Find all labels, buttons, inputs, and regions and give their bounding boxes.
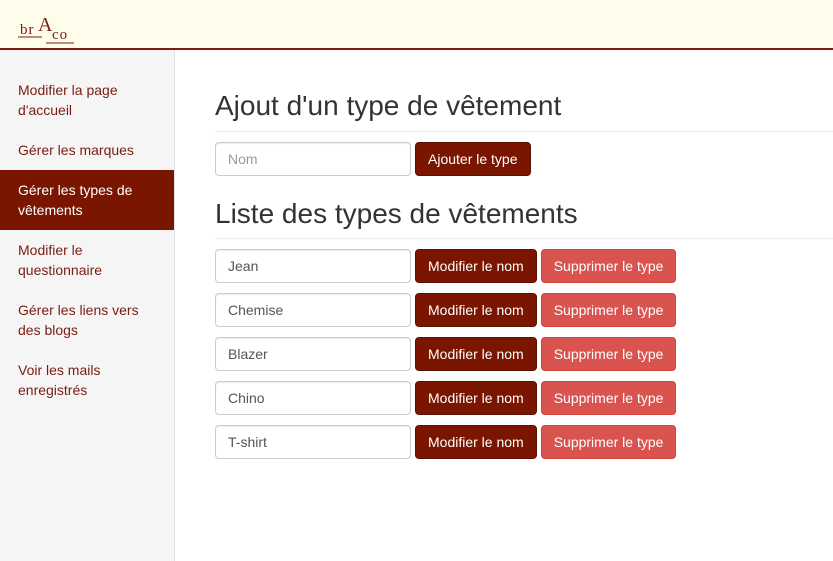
top-bar: br A co <box>0 0 833 50</box>
sidebar-item-questionnaire[interactable]: Modifier le questionnaire <box>0 230 174 290</box>
sidebar-item-clothing-types[interactable]: Gérer les types de vêtements <box>0 170 174 230</box>
sidebar-item-blog-links[interactable]: Gérer les liens vers des blogs <box>0 290 174 350</box>
rename-button[interactable]: Modifier le nom <box>415 425 537 459</box>
type-name-input[interactable] <box>215 337 411 371</box>
list-item: Modifier le nom Supprimer le type <box>215 337 833 371</box>
add-section-title: Ajout d'un type de vêtement <box>215 89 833 132</box>
types-list: Modifier le nom Supprimer le type Modifi… <box>215 249 833 459</box>
type-name-input[interactable] <box>215 249 411 283</box>
main-content: Ajout d'un type de vêtement Ajouter le t… <box>215 50 833 469</box>
list-item: Modifier le nom Supprimer le type <box>215 425 833 459</box>
delete-button[interactable]: Supprimer le type <box>540 425 677 459</box>
sidebar-item-emails[interactable]: Voir les mails enregistrés <box>0 350 174 410</box>
list-section-title: Liste des types de vêtements <box>215 197 833 239</box>
svg-text:co: co <box>52 27 68 43</box>
delete-button[interactable]: Supprimer le type <box>540 293 677 327</box>
list-item: Modifier le nom Supprimer le type <box>215 381 833 415</box>
sidebar-item-brands[interactable]: Gérer les marques <box>0 130 174 170</box>
rename-button[interactable]: Modifier le nom <box>415 381 537 415</box>
add-type-button[interactable]: Ajouter le type <box>415 142 531 176</box>
rename-button[interactable]: Modifier le nom <box>415 337 537 371</box>
delete-button[interactable]: Supprimer le type <box>540 249 677 283</box>
sidebar-item-homepage[interactable]: Modifier la page d'accueil <box>0 70 174 130</box>
delete-button[interactable]: Supprimer le type <box>540 337 677 371</box>
type-name-input[interactable] <box>215 381 411 415</box>
delete-button[interactable]: Supprimer le type <box>540 381 677 415</box>
rename-button[interactable]: Modifier le nom <box>415 293 537 327</box>
add-type-form: Ajouter le type <box>215 142 833 176</box>
type-name-input[interactable] <box>215 293 411 327</box>
svg-text:br: br <box>20 22 35 38</box>
list-item: Modifier le nom Supprimer le type <box>215 249 833 283</box>
braco-logo[interactable]: br A co <box>16 6 78 46</box>
list-item: Modifier le nom Supprimer le type <box>215 293 833 327</box>
name-input[interactable] <box>215 142 411 176</box>
svg-text:A: A <box>38 14 53 36</box>
rename-button[interactable]: Modifier le nom <box>415 249 537 283</box>
type-name-input[interactable] <box>215 425 411 459</box>
sidebar: Modifier la page d'accueil Gérer les mar… <box>0 50 175 561</box>
